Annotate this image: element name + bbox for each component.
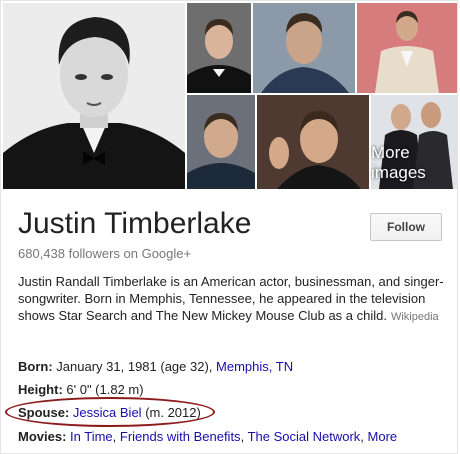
thumbnail-photo[interactable] (253, 3, 355, 93)
more-movies-link[interactable]: More (368, 429, 398, 444)
fact-spouse-label: Spouse: (18, 405, 70, 420)
movie-link[interactable]: The Social Network (248, 429, 361, 444)
fact-born-value: January 31, 1981 (age 32), (56, 359, 213, 374)
fact-born: Born: January 31, 1981 (age 32), Memphis… (18, 359, 293, 374)
fact-height-label: Height: (18, 382, 63, 397)
wikipedia-source-link[interactable]: Wikipedia (391, 311, 439, 323)
followers-count: 680,438 followers on Google+ (18, 246, 192, 261)
entity-description: Justin Randall Timberlake is an American… (18, 273, 446, 326)
thumbnail-photo[interactable]: More images (371, 95, 457, 189)
fact-height: Height: 6' 0" (1.82 m) (18, 382, 144, 397)
description-text: Justin Randall Timberlake is an American… (18, 274, 444, 323)
fact-movies-label: Movies: (18, 429, 67, 444)
spouse-link[interactable]: Jessica Biel (73, 405, 142, 420)
birthplace-link[interactable]: Memphis, TN (216, 359, 293, 374)
fact-born-label: Born: (18, 359, 53, 374)
fact-movies: Movies: In Time, Friends with Benefits, … (18, 429, 398, 444)
knowledge-panel: More images Justin Timberlake 680,438 fo… (0, 0, 458, 454)
entity-title: Justin Timberlake (18, 207, 252, 240)
follow-button[interactable]: Follow (370, 213, 442, 241)
movie-link[interactable]: In Time (70, 429, 113, 444)
fact-spouse: Spouse: Jessica Biel (m. 2012) (18, 405, 201, 420)
fact-height-value: 6' 0" (1.82 m) (66, 382, 144, 397)
thumbnail-photo[interactable] (187, 95, 255, 189)
fact-spouse-value: (m. 2012) (145, 405, 201, 420)
thumbnail-photo[interactable] (357, 3, 457, 93)
thumbnail-photo[interactable] (187, 3, 251, 93)
thumbnail-photo[interactable] (257, 95, 369, 189)
image-collage: More images (3, 3, 457, 191)
main-photo[interactable] (3, 3, 185, 189)
more-images-link[interactable]: More images (371, 143, 449, 183)
movie-link[interactable]: Friends with Benefits (120, 429, 241, 444)
